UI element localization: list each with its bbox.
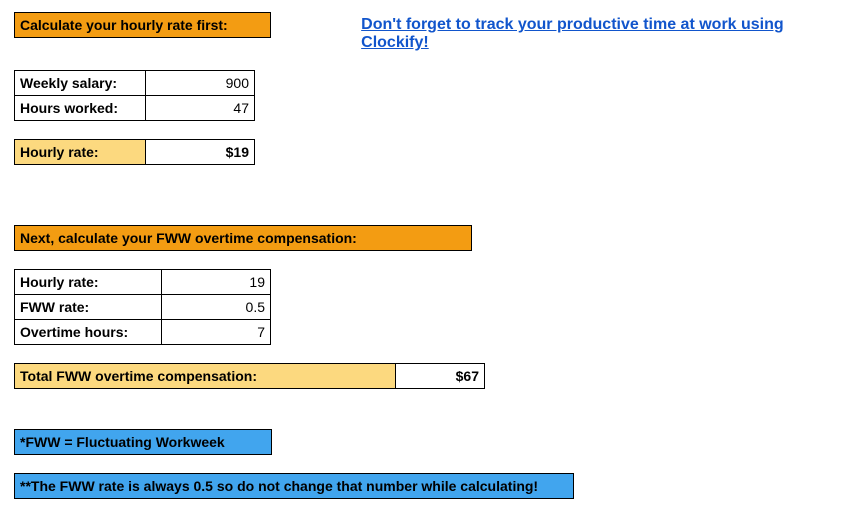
fww-total-label: Total FWW overtime compensation: — [15, 364, 396, 389]
weekly-salary-value[interactable]: 900 — [146, 71, 255, 96]
table-row: Hours worked: 47 — [15, 96, 255, 121]
fww-total-value: $67 — [396, 364, 485, 389]
table-row: Hourly rate: 19 — [15, 270, 271, 295]
fww-hourly-rate-value[interactable]: 19 — [162, 270, 271, 295]
note-fww-definition: *FWW = Fluctuating Workweek — [14, 429, 272, 455]
clockify-link[interactable]: Don't forget to track your productive ti… — [361, 16, 854, 52]
table-row: Weekly salary: 900 — [15, 71, 255, 96]
hours-worked-value[interactable]: 47 — [146, 96, 255, 121]
hourly-rate-inputs: Weekly salary: 900 Hours worked: 47 — [14, 70, 255, 121]
table-row: Overtime hours: 7 — [15, 320, 271, 345]
table-row: FWW rate: 0.5 — [15, 295, 271, 320]
section-header-fww: Next, calculate your FWW overtime compen… — [14, 225, 472, 251]
fww-result: Total FWW overtime compensation: $67 — [14, 363, 485, 389]
note-fww-rate-fixed: **The FWW rate is always 0.5 so do not c… — [14, 473, 574, 499]
fww-rate-value[interactable]: 0.5 — [162, 295, 271, 320]
fww-rate-label: FWW rate: — [15, 295, 162, 320]
hours-worked-label: Hours worked: — [15, 96, 146, 121]
hourly-rate-value: $19 — [146, 140, 255, 165]
overtime-hours-value[interactable]: 7 — [162, 320, 271, 345]
section-header-hourly-rate: Calculate your hourly rate first: — [14, 12, 271, 38]
fww-inputs: Hourly rate: 19 FWW rate: 0.5 Overtime h… — [14, 269, 271, 345]
hourly-rate-result: Hourly rate: $19 — [14, 139, 255, 165]
weekly-salary-label: Weekly salary: — [15, 71, 146, 96]
hourly-rate-label: Hourly rate: — [15, 140, 146, 165]
overtime-hours-label: Overtime hours: — [15, 320, 162, 345]
fww-hourly-rate-label: Hourly rate: — [15, 270, 162, 295]
